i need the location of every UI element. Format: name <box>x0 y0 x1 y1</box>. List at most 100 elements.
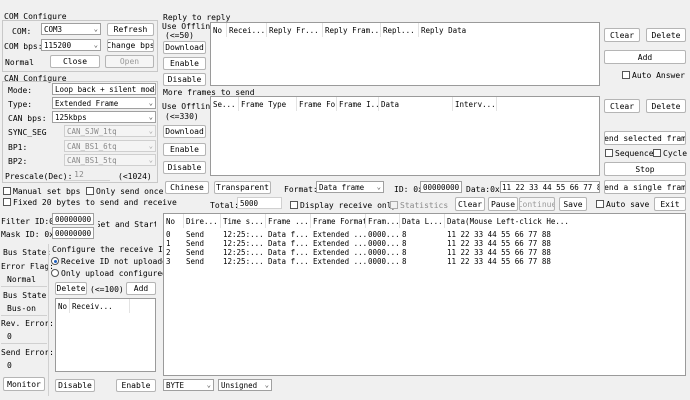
set-and-start-button[interactable]: Set and Start <box>98 216 156 233</box>
sequence-checkbox[interactable] <box>605 149 613 157</box>
table-cell: 11 22 33 44 55 66 77 88 <box>447 257 551 266</box>
log-col-data-length[interactable]: Data L... <box>400 214 445 228</box>
save-button[interactable]: Save <box>559 197 587 211</box>
send-single-frame-button[interactable]: Send a single frame <box>604 180 686 194</box>
refresh-button[interactable]: Refresh <box>107 23 154 36</box>
more-col-frame-type[interactable]: Frame Type <box>239 97 297 111</box>
table-cell: 3 <box>166 257 171 266</box>
more-delete-button[interactable]: Delete <box>646 99 686 113</box>
reply-add-button[interactable]: Add <box>604 50 686 64</box>
can-bps-select[interactable]: 125kbps ⌄ <box>52 111 156 123</box>
table-row[interactable]: 3 Send 12:25:... Data f... Extended ... 0000.… <box>164 257 685 266</box>
log-col-direction[interactable]: Dire... <box>184 214 221 228</box>
table-row[interactable]: 0 Send 12:25:... Data f... Extended ... 0000.… <box>164 230 685 239</box>
sync-seg-select[interactable]: CAN_SJW_1tq ⌄ <box>64 125 156 137</box>
more-download-button[interactable]: Download <box>163 125 206 138</box>
col-receive[interactable]: Receiv... <box>70 299 130 313</box>
bus-state-title: Bus State: <box>3 248 52 257</box>
log-col-frame-format[interactable]: Frame Format <box>311 214 366 228</box>
table-row[interactable]: 2 Send 12:25:... Data f... Extended ... 0000.… <box>164 248 685 257</box>
auto-answer-checkbox[interactable] <box>622 71 630 79</box>
bp2-select[interactable]: CAN_BS1_5tq ⌄ <box>64 154 156 166</box>
manual-set-bps-checkbox[interactable] <box>3 187 11 195</box>
receive-id-title: Configure the receive ID <box>52 245 168 254</box>
reply-col-no[interactable]: No <box>211 23 227 37</box>
cycle-checkbox[interactable] <box>653 149 661 157</box>
log-col-time[interactable]: Time s... <box>221 214 266 228</box>
table-cell: 0000... <box>368 230 400 239</box>
table-cell: 1 <box>166 239 171 248</box>
close-port-button[interactable]: Close <box>50 55 100 68</box>
fixed-20-bytes-checkbox[interactable] <box>3 198 11 206</box>
send-data-input[interactable]: 11 22 33 44 55 66 77 88 <box>500 181 600 193</box>
more-clear-button[interactable]: Clear <box>604 99 640 113</box>
send-id-input[interactable]: 00000000 <box>420 181 462 193</box>
only-send-once-checkbox[interactable] <box>86 187 94 195</box>
transparent-button[interactable]: Transparent <box>214 181 271 194</box>
reply-col-reply-frame-format[interactable]: Reply Fram... <box>323 23 381 37</box>
reply-col-reply-frame[interactable]: Reply Fr... <box>267 23 323 37</box>
bus-state-label: Bus State <box>3 291 47 300</box>
log-col-frame-type[interactable]: Frame ... <box>266 214 311 228</box>
continue-button[interactable]: Continue <box>519 197 555 211</box>
reply-col-reply-data[interactable]: Reply Data <box>419 23 599 37</box>
exit-button[interactable]: Exit <box>654 197 686 211</box>
auto-save-checkbox[interactable] <box>596 200 604 208</box>
reply-enable-button[interactable]: Enable <box>163 57 206 70</box>
log-table[interactable]: No Dire... Time s... Frame ... Frame For… <box>163 213 686 376</box>
change-bps-button[interactable]: Change bps <box>107 39 154 52</box>
can-type-select[interactable]: Extended Frame ⌄ <box>52 97 156 109</box>
more-col-data[interactable]: Data <box>379 97 453 111</box>
disable-receive-id-button[interactable]: Disable <box>55 379 95 392</box>
log-col-frame-id[interactable]: Fram... <box>366 214 400 228</box>
table-row[interactable]: 1 Send 12:25:... Data f... Extended ... 0000.… <box>164 239 685 248</box>
log-clear-button[interactable]: Clear <box>455 197 485 211</box>
reply-delete-button[interactable]: Delete <box>646 28 686 42</box>
more-col-frame-id[interactable]: Frame I... <box>337 97 379 111</box>
log-col-data[interactable]: Data(Mouse Left-click He... <box>445 214 685 228</box>
add-receive-id-button[interactable]: Add <box>126 282 156 295</box>
prescale-input[interactable]: 12 <box>64 170 94 179</box>
can-type-value: Extended Frame <box>55 99 119 108</box>
reply-disable-button[interactable]: Disable <box>163 73 206 86</box>
chinese-button[interactable]: Chinese <box>165 181 209 194</box>
com-bps-select[interactable]: 115200 ⌄ <box>41 39 101 51</box>
reply-clear-button[interactable]: Clear <box>604 28 640 42</box>
only-upload-configured-radio[interactable] <box>51 269 59 277</box>
more-frames-table[interactable]: Se... Frame Type Frame Fo... Frame I... … <box>210 96 600 176</box>
display-type-select[interactable]: BYTE ⌄ <box>163 379 214 391</box>
can-mode-select[interactable]: Loop back + silent mode ⌄ <box>52 83 156 95</box>
display-receive-only-checkbox[interactable] <box>290 201 298 209</box>
more-disable-button[interactable]: Disable <box>163 161 206 174</box>
table-cell: 8 <box>402 239 407 248</box>
more-col-frame-format[interactable]: Frame Fo... <box>297 97 337 111</box>
reply-table[interactable]: No Recei... Reply Fr... Reply Fram... Re… <box>210 22 600 86</box>
enable-receive-id-button[interactable]: Enable <box>116 379 156 392</box>
more-col-seq[interactable]: Se... <box>211 97 239 111</box>
monitor-button[interactable]: Monitor <box>3 377 45 391</box>
com-port-select[interactable]: COM3 ⌄ <box>41 23 101 35</box>
more-enable-button[interactable]: Enable <box>163 143 206 156</box>
pause-button[interactable]: Pause <box>488 197 518 211</box>
receive-id-list[interactable]: No Receiv... <box>55 298 156 372</box>
filter-id-input[interactable]: 00000000 <box>52 213 94 225</box>
stop-button[interactable]: Stop <box>604 162 686 176</box>
reply-col-receive[interactable]: Recei... <box>227 23 267 37</box>
format-select[interactable]: Data frame ⌄ <box>316 181 384 193</box>
delete-receive-id-button[interactable]: Delete <box>55 282 87 295</box>
statistics-checkbox[interactable] <box>390 201 398 209</box>
bp1-select[interactable]: CAN_BS1_6tq ⌄ <box>64 140 156 152</box>
total-input[interactable]: 5000 <box>237 197 282 209</box>
receive-id-not-uploaded-radio[interactable] <box>51 257 59 265</box>
send-selected-frame-button[interactable]: Send selected frame <box>604 131 686 145</box>
open-port-button[interactable]: Open <box>105 55 154 68</box>
log-col-no[interactable]: No <box>164 214 184 228</box>
col-no[interactable]: No <box>56 299 70 313</box>
format-label: Format: <box>284 185 318 194</box>
reply-download-button[interactable]: Download <box>163 41 206 54</box>
more-col-interval[interactable]: Interv... <box>453 97 497 111</box>
reply-col-reply[interactable]: Repl... <box>381 23 419 37</box>
sign-type-select[interactable]: Unsigned ⌄ <box>218 379 272 391</box>
sync-seg-value: CAN_SJW_1tq <box>67 127 117 136</box>
mask-id-input[interactable]: 00000000 <box>52 227 94 239</box>
